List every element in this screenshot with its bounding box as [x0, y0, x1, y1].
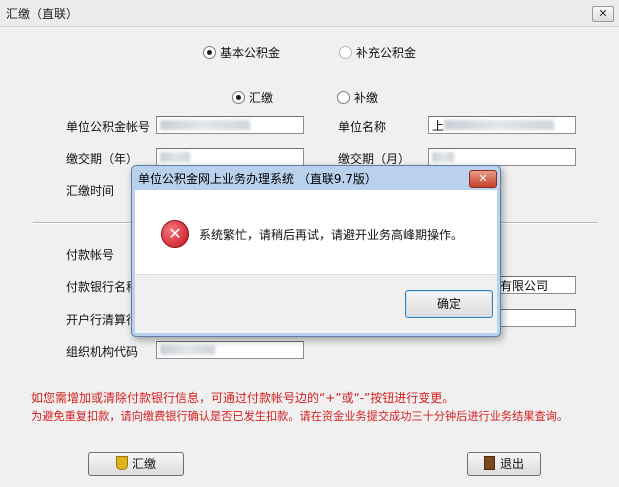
org-code-label: 组织机构代码 [66, 345, 139, 359]
unit-name-label: 单位名称 [338, 120, 387, 134]
org-code-field[interactable] [156, 341, 304, 359]
radio-basic-fund[interactable]: 基本公积金 [203, 44, 280, 61]
unit-name-field[interactable]: 上 [428, 116, 576, 134]
radio-unselected-icon [339, 46, 352, 59]
unit-account-label: 单位公积金帐号 [66, 120, 151, 134]
window-title: 汇缴（直联） [6, 7, 79, 21]
radio-selected-icon [203, 46, 216, 59]
radio-supplement-fund[interactable]: 补充公积金 [339, 44, 416, 61]
remit-button[interactable]: 汇缴 [88, 452, 184, 476]
shield-icon [115, 456, 128, 470]
pay-bank-value-suffix: 有限公司 [500, 279, 549, 293]
exit-door-icon [483, 456, 495, 470]
ok-button[interactable]: 确定 [405, 290, 493, 318]
radio-selected-icon [232, 91, 245, 104]
pay-year-label: 缴交期（年） [66, 152, 139, 166]
radio-unselected-icon [337, 91, 350, 104]
clearing-bank-label: 开户行清算行 [66, 313, 139, 327]
note-duplicate-deduction: 为避免重复扣款，请向缴费银行确认是否已发生扣款。请在资金业务提交成功三十分钟后进… [31, 410, 569, 423]
error-glyph: ✕ [168, 224, 182, 243]
remit-button-label: 汇缴 [131, 457, 156, 471]
pay-bank-label: 付款银行名称 [66, 280, 139, 294]
exit-button[interactable]: 退出 [467, 452, 541, 476]
window-titlebar: 汇缴（直联） ✕ [0, 0, 619, 27]
error-dialog: 单位公积金网上业务办理系统 （直联9.7版） ✕ ✕ 系统繁忙，请稍后再试，请避… [131, 165, 501, 337]
note-bank-info: 如您需增加或清除付款银行信息，可通过付款帐号边的“+”或“-”按钮进行变更。 [31, 391, 455, 405]
radio-supplement-fund-label: 补充公积金 [356, 46, 417, 60]
radio-remit-label: 汇缴 [249, 91, 274, 105]
unit-account-field[interactable] [156, 116, 304, 134]
dialog-title: 单位公积金网上业务办理系统 （直联9.7版） [138, 172, 377, 186]
dialog-footer: 确定 [135, 274, 497, 333]
remit-time-label: 汇缴时间 [66, 184, 115, 198]
radio-makeup-label: 补缴 [354, 91, 379, 105]
dialog-message: 系统繁忙，请稍后再试，请避开业务高峰期操作。 [199, 228, 464, 242]
radio-remit[interactable]: 汇缴 [232, 89, 273, 106]
close-icon: ✕ [598, 7, 608, 20]
radio-basic-fund-label: 基本公积金 [220, 46, 281, 60]
window-close-button[interactable]: ✕ [592, 6, 614, 22]
exit-button-label: 退出 [499, 457, 524, 471]
dialog-close-button[interactable]: ✕ [469, 170, 497, 188]
dialog-body: ✕ 系统繁忙，请稍后再试，请避开业务高峰期操作。 确定 [135, 190, 497, 333]
pay-account-label: 付款帐号 [66, 248, 115, 262]
error-icon: ✕ [161, 220, 189, 248]
pay-year-field[interactable] [156, 148, 304, 166]
pay-month-field[interactable] [428, 148, 576, 166]
radio-makeup[interactable]: 补缴 [337, 89, 378, 106]
unit-name-prefix: 上 [432, 119, 445, 133]
close-icon: ✕ [478, 172, 488, 185]
